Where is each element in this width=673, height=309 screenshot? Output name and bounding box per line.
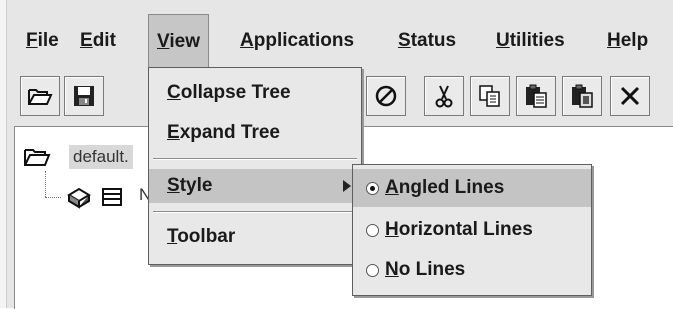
radio-unselected-icon	[366, 264, 379, 277]
expand-tree-label: xpand Tree	[179, 122, 281, 143]
paste-special-icon	[572, 84, 593, 108]
list-icon	[102, 188, 122, 206]
cut-icon	[435, 85, 453, 108]
menu-utilities-label: tilities	[509, 30, 565, 51]
menu-help-label: elp	[620, 30, 649, 51]
open-button[interactable]	[20, 76, 60, 116]
delete-button[interactable]	[610, 76, 650, 116]
style-mnemonic: S	[167, 175, 180, 196]
angled-lines-label: ngled Lines	[398, 177, 505, 198]
menu-edit-mnemonic: E	[80, 30, 93, 51]
menu-utilities[interactable]: Utilities	[488, 14, 573, 68]
stop-icon	[375, 85, 397, 107]
no-lines-mnemonic: N	[385, 259, 399, 280]
paste-icon	[526, 84, 547, 108]
menu-separator	[153, 158, 357, 160]
save-button[interactable]	[64, 76, 104, 116]
menu-applications-label: pplications	[253, 30, 355, 51]
copy-icon	[479, 85, 500, 107]
stop-button[interactable]	[366, 76, 406, 116]
menu-help[interactable]: Help	[599, 14, 656, 68]
expand-tree-mnemonic: E	[167, 122, 180, 143]
view-menu-dropdown: Collapse Tree Expand Tree Style Toolbar	[148, 67, 362, 265]
menu-item-angled-lines[interactable]: Angled Lines	[353, 169, 591, 207]
menu-view-mnemonic: V	[157, 31, 170, 52]
toolbar-label: oolbar	[177, 226, 236, 247]
collapse-tree-label: ollapse Tree	[180, 82, 291, 103]
menu-help-mnemonic: H	[607, 30, 621, 51]
copy-button[interactable]	[470, 76, 510, 116]
paste-special-button[interactable]	[562, 76, 602, 116]
delete-icon	[620, 86, 640, 106]
paste-button[interactable]	[516, 76, 556, 116]
menu-item-expand-tree[interactable]: Expand Tree	[149, 116, 361, 150]
menu-bar: File Edit View Applications Status Utili…	[14, 14, 673, 68]
tree-connector-vertical	[45, 171, 46, 197]
menu-file-mnemonic: F	[26, 30, 38, 51]
folder-open-icon	[24, 149, 51, 166]
style-submenu: Angled Lines Horizontal Lines No Lines	[352, 164, 592, 296]
cut-button[interactable]	[424, 76, 464, 116]
menu-status-label: tatus	[410, 30, 457, 51]
menu-edit-label: dit	[92, 30, 116, 51]
menu-edit[interactable]: Edit	[72, 14, 124, 68]
horizontal-lines-label: orizontal Lines	[398, 219, 533, 240]
menu-separator	[153, 211, 357, 213]
menu-view[interactable]: View	[148, 14, 209, 68]
menu-view-label: iew	[169, 31, 200, 52]
menu-utilities-mnemonic: U	[496, 30, 510, 51]
menu-applications-mnemonic: A	[240, 30, 254, 51]
menu-item-style[interactable]: Style	[149, 169, 361, 203]
server-icon	[67, 187, 91, 209]
menu-file-label: ile	[37, 30, 59, 51]
menu-status-mnemonic: S	[398, 30, 411, 51]
toolbar-mnemonic: T	[167, 226, 178, 247]
menu-applications[interactable]: Applications	[232, 14, 362, 68]
style-label: tyle	[179, 175, 213, 196]
horizontal-lines-mnemonic: H	[385, 219, 399, 240]
menu-item-no-lines[interactable]: No Lines	[353, 251, 591, 289]
save-icon	[74, 86, 94, 106]
no-lines-label: o Lines	[398, 259, 466, 280]
submenu-arrow-icon	[343, 180, 351, 192]
radio-unselected-icon	[366, 224, 379, 237]
menu-item-horizontal-lines[interactable]: Horizontal Lines	[353, 211, 591, 249]
menu-item-toolbar[interactable]: Toolbar	[149, 220, 361, 254]
radio-selected-icon	[366, 182, 379, 195]
collapse-tree-mnemonic: C	[167, 82, 181, 103]
tree-connector-horizontal	[45, 197, 61, 198]
window-edge	[0, 0, 7, 308]
menu-item-collapse-tree[interactable]: Collapse Tree	[149, 76, 361, 110]
menu-file[interactable]: File	[18, 14, 67, 68]
open-folder-icon	[28, 89, 53, 105]
menu-status[interactable]: Status	[390, 14, 464, 68]
angled-lines-mnemonic: A	[385, 177, 399, 198]
tree-root-node[interactable]: default.	[69, 145, 133, 169]
